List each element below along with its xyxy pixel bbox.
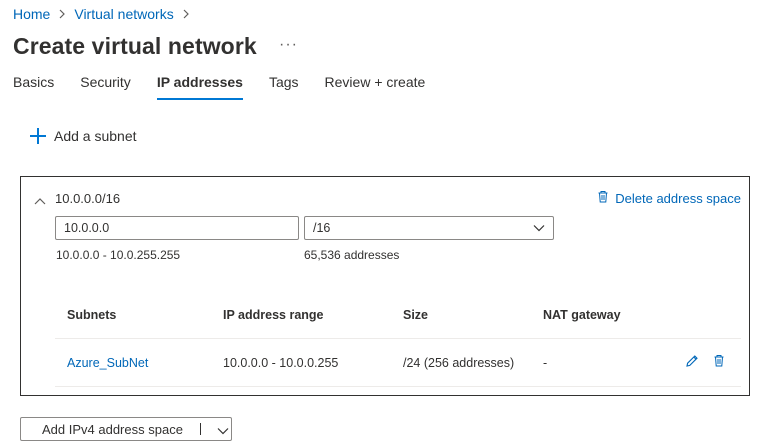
subnet-name-link[interactable]: Azure_SubNet [55,356,223,370]
more-options-icon[interactable]: ··· [279,36,298,54]
subnet-table: Subnets IP address range Size NAT gatewa… [55,291,741,387]
subnet-nat: - [543,355,548,370]
trash-icon [597,190,609,206]
tab-bar: Basics Security IP addresses Tags Review… [13,74,451,100]
page-title: Create virtual network [13,33,257,59]
cidr-select[interactable]: /16 [304,216,554,240]
chevron-right-icon [56,9,68,19]
address-count-text: 65,536 addresses [304,248,400,262]
subnet-range: 10.0.0.0 - 10.0.0.255 [223,355,339,370]
add-ipv4-address-space-button[interactable]: Add IPv4 address space [20,417,232,441]
tab-tags[interactable]: Tags [269,74,299,100]
add-ipv4-address-space-label: Add IPv4 address space [42,421,183,437]
tab-basics[interactable]: Basics [13,74,54,100]
split-divider [200,423,201,435]
delete-address-space-button[interactable]: Delete address space [597,190,741,206]
add-subnet-label: Add a subnet [54,128,137,144]
edit-icon[interactable] [685,354,699,371]
chevron-right-icon [180,9,192,19]
add-subnet-button[interactable]: Add a subnet [30,128,137,144]
delete-address-space-label: Delete address space [615,190,741,206]
subnet-size: /24 (256 addresses) [403,355,515,370]
column-header-subnets: Subnets [67,307,117,322]
address-range-text: 10.0.0.0 - 10.0.255.255 [56,248,181,262]
address-space-panel: 10.0.0.0/16 Delete address space 10.0.0.… [20,176,750,396]
breadcrumb: Home Virtual networks [13,6,192,22]
tab-ip-addresses[interactable]: IP addresses [156,74,243,100]
chevron-down-icon [533,221,545,235]
ip-address-input[interactable]: 10.0.0.0 [55,216,299,240]
column-header-size: Size [403,307,429,322]
plus-icon [30,128,46,144]
chevron-up-icon[interactable] [34,192,46,205]
breadcrumb-virtual-networks[interactable]: Virtual networks [74,6,173,22]
chevron-down-icon[interactable] [217,423,229,438]
address-space-name: 10.0.0.0/16 [55,191,121,206]
trash-icon[interactable] [713,354,725,371]
breadcrumb-home[interactable]: Home [13,6,50,22]
row-actions [663,354,741,371]
column-header-nat-gateway: NAT gateway [543,307,621,322]
table-row: Azure_SubNet 10.0.0.0 - 10.0.0.255 /24 (… [55,339,741,387]
column-header-ip-range: IP address range [223,307,324,322]
table-header-row: Subnets IP address range Size NAT gatewa… [55,291,741,339]
tab-security[interactable]: Security [80,74,131,100]
tab-review-create[interactable]: Review + create [325,74,426,100]
cidr-value: /16 [313,221,331,235]
